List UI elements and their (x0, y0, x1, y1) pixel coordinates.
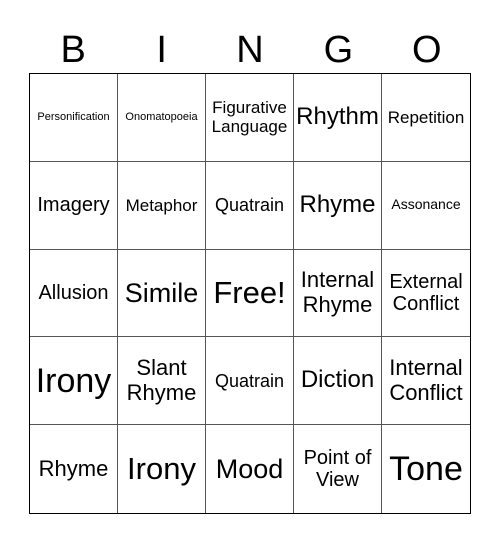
bingo-cell[interactable]: Rhyme (30, 425, 118, 513)
bingo-cell[interactable]: Repetition (382, 74, 470, 162)
bingo-cell[interactable]: Rhythm (294, 74, 382, 162)
bingo-cell[interactable]: Diction (294, 337, 382, 426)
header-letter-n: N (236, 29, 264, 71)
bingo-cell[interactable]: Quatrain (206, 337, 294, 426)
bingo-cell[interactable]: Allusion (30, 249, 118, 338)
bingo-cell[interactable]: Rhyme (294, 161, 382, 250)
header-letter-g: G (323, 29, 354, 71)
bingo-header: B I N G O (29, 30, 471, 70)
bingo-cell[interactable]: Personification (30, 74, 118, 162)
free-space-cell[interactable]: Free! (206, 249, 294, 338)
bingo-cell[interactable]: Quatrain (206, 161, 294, 250)
bingo-cell[interactable]: Metaphor (118, 161, 206, 250)
header-letter-i: I (156, 29, 167, 71)
header-letter-o: O (412, 29, 442, 71)
bingo-cell[interactable]: External Conflict (382, 250, 470, 338)
bingo-cell[interactable]: Assonance (382, 162, 470, 250)
bingo-cell[interactable]: Irony (118, 425, 206, 513)
bingo-cell[interactable]: Slant Rhyme (118, 337, 206, 426)
bingo-cell[interactable]: Irony (30, 337, 118, 426)
bingo-cell[interactable]: Internal Conflict (382, 337, 470, 426)
bingo-cell[interactable]: Internal Rhyme (294, 249, 382, 338)
bingo-cell[interactable]: Point of View (294, 425, 382, 513)
bingo-cell[interactable]: Mood (206, 425, 294, 513)
bingo-cell[interactable]: Onomatopoeia (118, 74, 206, 162)
header-letter-b: B (60, 29, 86, 71)
bingo-cell[interactable]: Figurative Language (206, 74, 294, 162)
bingo-cell[interactable]: Imagery (30, 161, 118, 250)
bingo-cell[interactable]: Simile (118, 249, 206, 338)
bingo-grid: Personification Onomatopoeia Figurative … (29, 73, 471, 514)
bingo-cell[interactable]: Tone (382, 425, 470, 513)
